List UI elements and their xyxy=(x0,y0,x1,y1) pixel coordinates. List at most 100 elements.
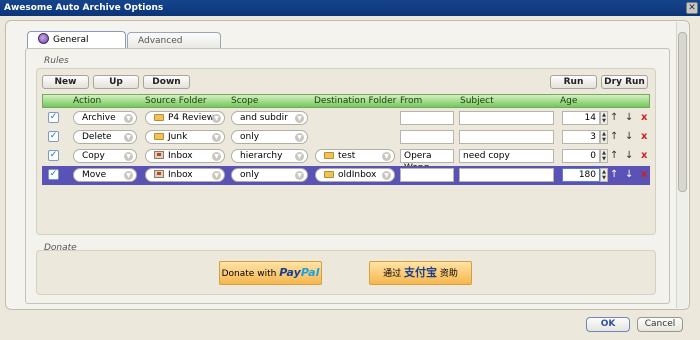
folder-icon xyxy=(324,171,334,178)
chevron-down-icon: ▼ xyxy=(124,171,133,180)
source-folder-value: Junk xyxy=(168,132,188,142)
destination-folder-dropdown[interactable]: oldInbox ▼ xyxy=(315,168,395,182)
column-from[interactable]: From xyxy=(400,96,422,106)
scrollbar-thumb[interactable] xyxy=(678,32,687,192)
chevron-down-icon: ▼ xyxy=(382,171,391,180)
chevron-down-icon: ▼ xyxy=(295,152,304,161)
column-action[interactable]: Action xyxy=(73,96,101,106)
alipay-prefix: 通过 xyxy=(383,269,402,279)
inbox-icon xyxy=(154,151,164,159)
action-value: Move xyxy=(82,170,107,180)
arrow-down-icon[interactable]: ↓ xyxy=(625,150,633,162)
alipay-suffix: 资助 xyxy=(439,269,458,279)
chevron-down-icon: ▼ xyxy=(295,133,304,142)
age-field[interactable]: 0 xyxy=(562,149,600,163)
ok-button[interactable]: OK xyxy=(586,317,630,332)
window-title: Awesome Auto Archive Options xyxy=(4,3,164,13)
source-folder-dropdown[interactable]: Inbox ▼ xyxy=(145,168,225,182)
scope-dropdown[interactable]: hierarchy ▼ xyxy=(231,149,308,163)
column-source-folder[interactable]: Source Folder xyxy=(145,96,207,106)
from-field[interactable] xyxy=(400,168,454,182)
move-down-button[interactable]: Down xyxy=(143,75,190,89)
age-spinner[interactable]: ▲ ▼ xyxy=(600,111,608,125)
subject-field[interactable]: need copy xyxy=(459,149,554,163)
rule-enabled-checkbox[interactable]: ✓ xyxy=(48,131,59,142)
source-folder-value: P4 Review xyxy=(168,113,215,123)
column-destination-folder[interactable]: Destination Folder xyxy=(314,96,396,106)
folder-icon xyxy=(154,133,164,140)
source-folder-dropdown[interactable]: P4 Review ▼ xyxy=(145,111,225,125)
action-dropdown[interactable]: Delete ▼ xyxy=(73,130,137,144)
from-field[interactable]: Opera Wang xyxy=(400,149,454,173)
scope-dropdown[interactable]: only ▼ xyxy=(231,168,308,182)
action-dropdown[interactable]: Archive ▼ xyxy=(73,111,137,125)
chevron-down-icon: ▼ xyxy=(212,171,221,180)
arrow-up-icon[interactable]: ↑ xyxy=(610,150,618,162)
action-dropdown[interactable]: Copy ▼ xyxy=(73,149,137,163)
new-rule-button[interactable]: New xyxy=(42,75,89,89)
source-folder-dropdown[interactable]: Inbox ▼ xyxy=(145,149,225,163)
scope-value: and subdir xyxy=(240,113,288,123)
run-button[interactable]: Run xyxy=(550,75,597,89)
dry-run-button[interactable]: Dry Run xyxy=(601,75,648,89)
from-field[interactable] xyxy=(400,111,454,125)
move-up-button[interactable]: Up xyxy=(93,75,139,89)
action-value: Copy xyxy=(82,151,105,161)
subject-field[interactable] xyxy=(459,130,554,144)
folder-icon xyxy=(324,152,334,159)
arrow-up-icon[interactable]: ↑ xyxy=(610,131,618,143)
rule-row-selected[interactable]: ✓ Move ▼ Inbox ▼ only ▼ oldInbox ▼ 180 ▲ ▼ ↑ … xyxy=(42,166,650,185)
source-folder-dropdown[interactable]: Junk ▼ xyxy=(145,130,225,144)
tab-general-settings[interactable]: General Settings xyxy=(27,31,126,61)
rules-group-title: Rules xyxy=(44,56,69,66)
rule-enabled-checkbox[interactable]: ✓ xyxy=(48,169,59,180)
age-field[interactable]: 180 xyxy=(562,168,600,182)
delete-rule-icon[interactable]: x xyxy=(641,112,647,123)
rule-row[interactable]: ✓ Copy ▼ Inbox ▼ hierarchy ▼ test ▼ Opera Wa… xyxy=(42,147,650,173)
chevron-down-icon: ▼ xyxy=(212,133,221,142)
age-spinner[interactable]: ▲ ▼ xyxy=(600,168,608,182)
subject-field[interactable] xyxy=(459,168,554,182)
extension-icon xyxy=(38,33,49,44)
subject-field[interactable] xyxy=(459,111,554,125)
chevron-down-icon: ▼ xyxy=(212,114,221,123)
from-field[interactable] xyxy=(400,130,454,144)
rule-enabled-checkbox[interactable]: ✓ xyxy=(48,150,59,161)
cancel-button[interactable]: Cancel xyxy=(637,317,683,332)
rule-row[interactable]: ✓ Archive ▼ P4 Review ▼ and subdir ▼ 14 ▲ ▼ … xyxy=(42,109,650,128)
age-spinner[interactable]: ▲ ▼ xyxy=(600,149,608,163)
scope-dropdown[interactable]: and subdir ▼ xyxy=(231,111,308,125)
tab-advanced-settings[interactable]: Advanced Settings xyxy=(127,32,221,62)
age-spinner[interactable]: ▲ ▼ xyxy=(600,130,608,144)
rule-enabled-checkbox[interactable]: ✓ xyxy=(48,112,59,123)
scope-value: hierarchy xyxy=(240,151,283,161)
action-dropdown[interactable]: Move ▼ xyxy=(73,168,137,182)
vertical-scrollbar[interactable] xyxy=(676,22,688,308)
arrow-down-icon[interactable]: ↓ xyxy=(625,169,633,181)
chevron-down-icon: ▼ xyxy=(124,152,133,161)
arrow-down-icon[interactable]: ↓ xyxy=(625,112,633,124)
arrow-up-icon[interactable]: ↑ xyxy=(610,112,618,124)
destination-folder-value: test xyxy=(338,151,356,161)
age-field[interactable]: 3 xyxy=(562,130,600,144)
delete-rule-icon[interactable]: x xyxy=(641,150,647,161)
arrow-up-icon[interactable]: ↑ xyxy=(610,169,618,181)
delete-rule-icon[interactable]: x xyxy=(641,131,647,142)
close-window-button[interactable]: ✕ xyxy=(686,2,698,14)
column-scope[interactable]: Scope xyxy=(231,96,258,106)
source-folder-value: Inbox xyxy=(168,170,193,180)
alipay-donate-button[interactable]: 通过 支付宝 资助 xyxy=(369,261,472,285)
chevron-down-icon: ▼ xyxy=(124,133,133,142)
action-value: Archive xyxy=(82,113,116,123)
rule-row[interactable]: ✓ Delete ▼ Junk ▼ only ▼ 3 ▲ ▼ ↑ ↓ x xyxy=(42,128,650,147)
scope-dropdown[interactable]: only ▼ xyxy=(231,130,308,144)
column-age[interactable]: Age xyxy=(560,96,577,106)
column-subject[interactable]: Subject xyxy=(460,96,494,106)
arrow-down-icon[interactable]: ↓ xyxy=(625,131,633,143)
scope-value: only xyxy=(240,132,260,142)
chevron-down-icon: ▼ xyxy=(295,171,304,180)
delete-rule-icon[interactable]: x xyxy=(641,169,647,180)
paypal-donate-button[interactable]: Donate with PayPal xyxy=(219,261,322,285)
destination-folder-dropdown[interactable]: test ▼ xyxy=(315,149,395,163)
age-field[interactable]: 14 xyxy=(562,111,600,125)
